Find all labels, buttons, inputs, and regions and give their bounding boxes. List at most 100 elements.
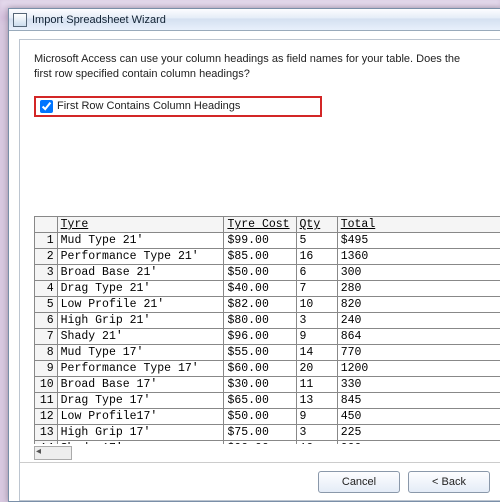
cell: 5 bbox=[296, 233, 337, 249]
row-number: 2 bbox=[35, 249, 58, 265]
titlebar[interactable]: Import Spreadsheet Wizard bbox=[9, 9, 500, 31]
table-row[interactable]: 2Performance Type 21'$85.00161360 bbox=[35, 249, 500, 265]
row-number: 13 bbox=[35, 425, 58, 441]
cell: 1360 bbox=[337, 249, 500, 265]
instruction-text: Microsoft Access can use your column hea… bbox=[34, 52, 474, 82]
cell: 240 bbox=[337, 313, 500, 329]
cell: 6 bbox=[296, 265, 337, 281]
cell: Performance Type 17' bbox=[57, 361, 224, 377]
cell: 3 bbox=[296, 425, 337, 441]
cell: Broad Base 21' bbox=[57, 265, 224, 281]
table-row[interactable]: 5Low Profile 21'$82.0010820 bbox=[35, 297, 500, 313]
table-row[interactable]: 10Broad Base 17'$30.0011330 bbox=[35, 377, 500, 393]
wizard-dialog: Import Spreadsheet Wizard Microsoft Acce… bbox=[8, 8, 500, 502]
table-row[interactable]: 4Drag Type 21'$40.007280 bbox=[35, 281, 500, 297]
cell: $50.00 bbox=[224, 265, 296, 281]
cell: 300 bbox=[337, 265, 500, 281]
cancel-button[interactable]: Cancel bbox=[318, 471, 400, 493]
row-number: 12 bbox=[35, 409, 58, 425]
row-number: 14 bbox=[35, 441, 58, 445]
cell: 280 bbox=[337, 281, 500, 297]
row-number: 4 bbox=[35, 281, 58, 297]
cell: 16 bbox=[296, 249, 337, 265]
table-row[interactable]: 12Low Profile17'$50.009450 bbox=[35, 409, 500, 425]
row-number: 1 bbox=[35, 233, 58, 249]
cell: $60.00 bbox=[224, 361, 296, 377]
cell: Shady 21' bbox=[57, 329, 224, 345]
cell: 225 bbox=[337, 425, 500, 441]
table-row[interactable]: 1Mud Type 21'$99.005$495 bbox=[35, 233, 500, 249]
table-row[interactable]: 14Shady 17'$90.0010900 bbox=[35, 441, 500, 445]
cell: 330 bbox=[337, 377, 500, 393]
first-row-headings-option[interactable]: First Row Contains Column Headings bbox=[34, 96, 322, 117]
button-bar: Cancel < Back bbox=[20, 462, 500, 500]
col-header-tyre-cost[interactable]: Tyre Cost bbox=[224, 217, 296, 233]
table-row[interactable]: 6High Grip 21'$80.003240 bbox=[35, 313, 500, 329]
cell: Mud Type 17' bbox=[57, 345, 224, 361]
cell: $40.00 bbox=[224, 281, 296, 297]
table-header-row: Tyre Tyre Cost Qty Total bbox=[35, 217, 500, 233]
table-row[interactable]: 8Mud Type 17'$55.0014770 bbox=[35, 345, 500, 361]
cell: 450 bbox=[337, 409, 500, 425]
row-number: 3 bbox=[35, 265, 58, 281]
row-number: 6 bbox=[35, 313, 58, 329]
window-title: Import Spreadsheet Wizard bbox=[32, 14, 166, 26]
col-header-total[interactable]: Total bbox=[337, 217, 500, 233]
preview-table: Tyre Tyre Cost Qty Total 1Mud Type 21'$9… bbox=[34, 217, 500, 444]
preview-table-area[interactable]: Tyre Tyre Cost Qty Total 1Mud Type 21'$9… bbox=[34, 216, 500, 444]
cell: 1200 bbox=[337, 361, 500, 377]
cell: High Grip 21' bbox=[57, 313, 224, 329]
wizard-content: Microsoft Access can use your column hea… bbox=[19, 39, 500, 501]
back-button[interactable]: < Back bbox=[408, 471, 490, 493]
row-number: 5 bbox=[35, 297, 58, 313]
table-row[interactable]: 7Shady 21'$96.009864 bbox=[35, 329, 500, 345]
cell: $85.00 bbox=[224, 249, 296, 265]
cell: Drag Type 21' bbox=[57, 281, 224, 297]
row-number: 8 bbox=[35, 345, 58, 361]
table-row[interactable]: 9Performance Type 17'$60.00201200 bbox=[35, 361, 500, 377]
row-number-header bbox=[35, 217, 58, 233]
cell: $96.00 bbox=[224, 329, 296, 345]
table-row[interactable]: 3Broad Base 21'$50.006300 bbox=[35, 265, 500, 281]
cell: 770 bbox=[337, 345, 500, 361]
cell: 9 bbox=[296, 409, 337, 425]
cell: 11 bbox=[296, 377, 337, 393]
row-number: 9 bbox=[35, 361, 58, 377]
cell: 10 bbox=[296, 441, 337, 445]
cell: $90.00 bbox=[224, 441, 296, 445]
col-header-qty[interactable]: Qty bbox=[296, 217, 337, 233]
cell: Mud Type 21' bbox=[57, 233, 224, 249]
row-number: 7 bbox=[35, 329, 58, 345]
cell: Low Profile17' bbox=[57, 409, 224, 425]
cell: 900 bbox=[337, 441, 500, 445]
first-row-headings-checkbox[interactable] bbox=[40, 100, 53, 113]
cell: 7 bbox=[296, 281, 337, 297]
cell: $495 bbox=[337, 233, 500, 249]
horizontal-scrollbar[interactable] bbox=[34, 446, 72, 460]
cell: 9 bbox=[296, 329, 337, 345]
cell: 3 bbox=[296, 313, 337, 329]
cell: Performance Type 21' bbox=[57, 249, 224, 265]
cell: $65.00 bbox=[224, 393, 296, 409]
cell: $80.00 bbox=[224, 313, 296, 329]
col-header-tyre[interactable]: Tyre bbox=[57, 217, 224, 233]
table-row[interactable]: 11Drag Type 17'$65.0013845 bbox=[35, 393, 500, 409]
cell: 13 bbox=[296, 393, 337, 409]
cell: 864 bbox=[337, 329, 500, 345]
cell: 10 bbox=[296, 297, 337, 313]
table-row[interactable]: 13High Grip 17'$75.003225 bbox=[35, 425, 500, 441]
cell: 14 bbox=[296, 345, 337, 361]
cell: $75.00 bbox=[224, 425, 296, 441]
cell: $99.00 bbox=[224, 233, 296, 249]
app-icon bbox=[13, 13, 27, 27]
cell: $30.00 bbox=[224, 377, 296, 393]
cell: Drag Type 17' bbox=[57, 393, 224, 409]
cell: Broad Base 17' bbox=[57, 377, 224, 393]
cell: $50.00 bbox=[224, 409, 296, 425]
row-number: 11 bbox=[35, 393, 58, 409]
cell: High Grip 17' bbox=[57, 425, 224, 441]
cell: $82.00 bbox=[224, 297, 296, 313]
cell: 820 bbox=[337, 297, 500, 313]
first-row-headings-label: First Row Contains Column Headings bbox=[57, 100, 240, 112]
row-number: 10 bbox=[35, 377, 58, 393]
